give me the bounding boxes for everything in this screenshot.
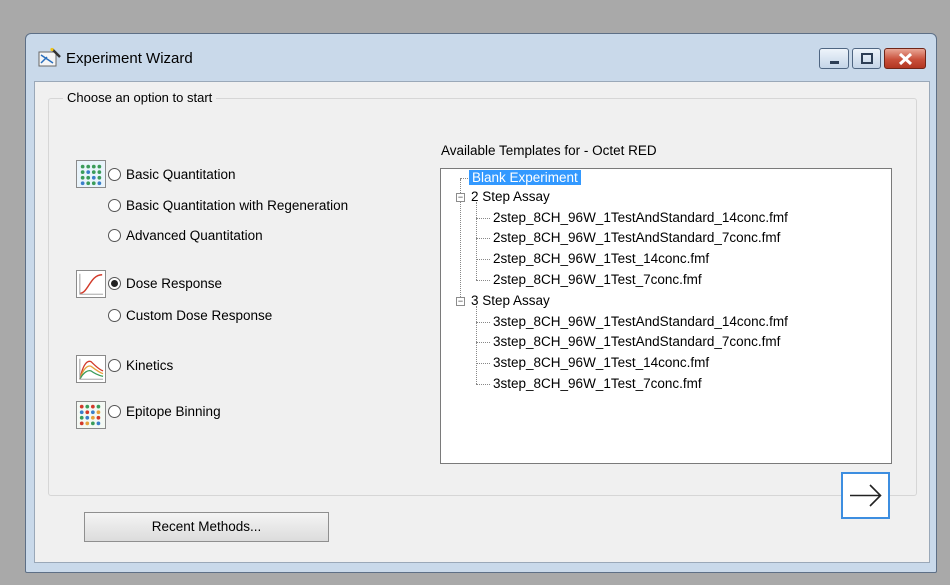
minimize-icon [830,61,839,64]
option-custom-dose-response[interactable]: Custom Dose Response [108,308,272,323]
option-basic-quantitation-regeneration[interactable]: Basic Quantitation with Regeneration [108,198,348,213]
next-button[interactable] [841,472,890,519]
recent-methods-button[interactable]: Recent Methods... [84,512,329,542]
tree-node-label: 2step_8CH_96W_1TestAndStandard_7conc.fmf [493,230,781,245]
tree-node-label: 3 Step Assay [471,293,550,308]
tree-node-label: 2step_8CH_96W_1Test_14conc.fmf [493,251,710,266]
radio-custom-dose-response[interactable] [108,309,121,322]
tree-node-label: 2 Step Assay [471,189,550,204]
tree-node-template[interactable]: 2step_8CH_96W_1Test_7conc.fmf [493,271,702,289]
radio-advanced-quantitation[interactable] [108,229,121,242]
option-label: Basic Quantitation [126,167,236,182]
minimize-button[interactable] [819,48,849,69]
option-advanced-quantitation[interactable]: Advanced Quantitation [108,228,263,243]
title-bar[interactable]: Experiment Wizard [26,34,936,82]
option-basic-quantitation[interactable]: Basic Quantitation [108,167,236,182]
wizard-client-area: Choose an option to start Basic Quantita… [34,81,930,563]
radio-basic-quantitation-regeneration[interactable] [108,199,121,212]
option-epitope-binning[interactable]: Epitope Binning [108,404,221,419]
tree-node-blank-experiment[interactable]: Blank Experiment [469,169,581,187]
maximize-button[interactable] [852,48,881,69]
option-label: Basic Quantitation with Regeneration [126,198,349,213]
tree-node-label: 3step_8CH_96W_1TestAndStandard_14conc.fm… [493,314,788,329]
tree-connector [476,202,477,280]
option-label: Kinetics [126,358,174,373]
quantitation-icon [76,160,106,188]
close-button[interactable] [884,48,926,69]
window-title: Experiment Wizard [66,50,193,67]
expand-3step-icon[interactable]: − [456,297,465,306]
tree-connector [476,342,490,343]
tree-node-label: 3step_8CH_96W_1Test_7conc.fmf [493,376,702,391]
kinetics-icon [76,355,106,383]
option-label: Dose Response [126,276,223,291]
option-kinetics[interactable]: Kinetics [108,358,173,373]
options-group-legend: Choose an option to start [63,90,217,105]
close-icon [898,52,913,66]
tree-node-2-step-assay[interactable]: 2 Step Assay [471,188,550,206]
tree-node-label: 3step_8CH_96W_1TestAndStandard_7conc.fmf [493,334,781,349]
option-dose-response[interactable]: Dose Response [108,276,222,291]
tree-connector [476,363,490,364]
tree-node-label: Blank Experiment [469,170,581,185]
radio-dose-response[interactable] [108,277,121,290]
radio-kinetics[interactable] [108,359,121,372]
tree-connector [476,218,490,219]
maximize-icon [861,53,873,64]
expand-2step-icon[interactable]: − [456,193,465,202]
tree-node-template[interactable]: 3step_8CH_96W_1Test_14conc.fmf [493,354,709,372]
templates-label: Available Templates for - Octet RED [441,143,657,158]
tree-node-template[interactable]: 3step_8CH_96W_1TestAndStandard_7conc.fmf [493,333,780,351]
option-label: Custom Dose Response [126,308,273,323]
tree-node-template[interactable]: 3step_8CH_96W_1TestAndStandard_14conc.fm… [493,313,788,331]
tree-node-template[interactable]: 2step_8CH_96W_1TestAndStandard_14conc.fm… [493,209,788,227]
tree-node-label: 3step_8CH_96W_1Test_14conc.fmf [493,355,710,370]
tree-node-label: 2step_8CH_96W_1TestAndStandard_14conc.fm… [493,210,788,225]
tree-connector [476,280,490,281]
radio-basic-quantitation[interactable] [108,168,121,181]
templates-tree[interactable]: Blank Experiment − 2 Step Assay 2step_8C… [440,168,892,464]
wizard-app-icon [38,47,61,67]
tree-connector [476,384,490,385]
tree-node-template[interactable]: 2step_8CH_96W_1TestAndStandard_7conc.fmf [493,229,780,247]
tree-connector [476,322,490,323]
tree-node-label: 2step_8CH_96W_1Test_7conc.fmf [493,272,702,287]
arrow-right-icon [850,484,882,507]
tree-connector [476,306,477,384]
tree-node-template[interactable]: 2step_8CH_96W_1Test_14conc.fmf [493,250,709,268]
tree-connector [476,259,490,260]
tree-node-3-step-assay[interactable]: 3 Step Assay [471,292,550,310]
option-label: Advanced Quantitation [126,228,263,243]
option-label: Epitope Binning [126,404,221,419]
experiment-wizard-window: Experiment Wizard Choose an option to st… [25,33,937,573]
tree-node-template[interactable]: 3step_8CH_96W_1Test_7conc.fmf [493,375,702,393]
epitope-binning-icon [76,401,106,429]
dose-response-icon [76,270,106,298]
tree-connector [476,238,490,239]
radio-epitope-binning[interactable] [108,405,121,418]
